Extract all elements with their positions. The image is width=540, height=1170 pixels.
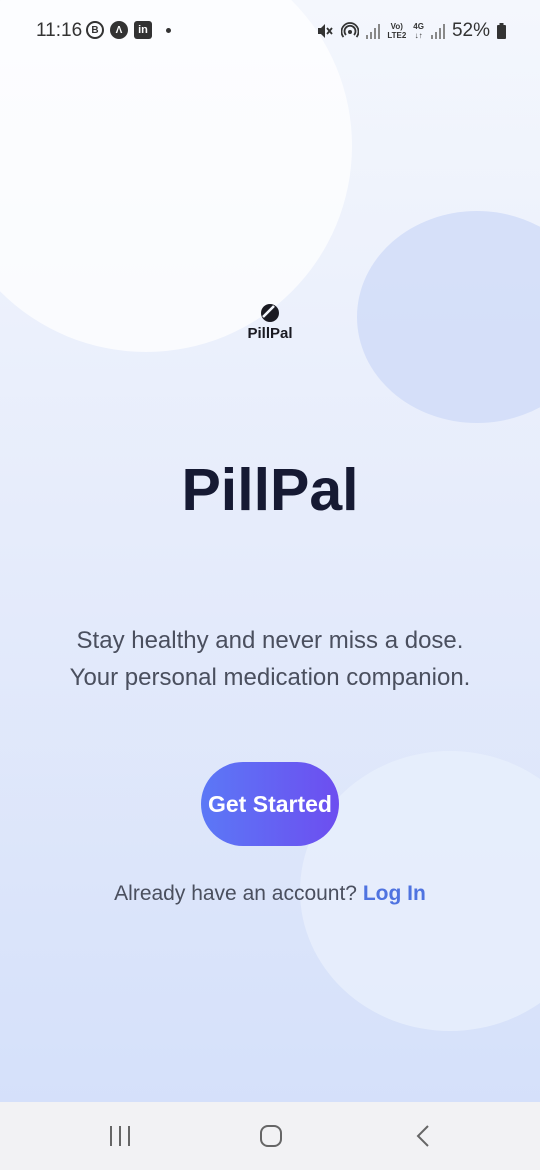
recents-icon xyxy=(110,1126,130,1146)
system-icons: Vo) LTE2 4G ↓↑ 52% xyxy=(316,20,506,42)
welcome-screen: 11:16 B Λ in Vo) LTE2 4G ↓↑ 52% PillPal … xyxy=(0,0,540,1170)
status-bar: 11:16 B Λ in Vo) LTE2 4G ↓↑ 52% xyxy=(0,0,540,62)
logo-wordmark: PillPal xyxy=(247,325,293,342)
log-in-link[interactable]: Log In xyxy=(363,882,426,905)
b-circle-icon: B xyxy=(86,21,104,39)
back-button[interactable] xyxy=(403,1120,443,1152)
get-started-button[interactable]: Get Started xyxy=(201,762,339,846)
app-title: PillPal xyxy=(181,457,359,523)
hotspot-icon xyxy=(341,22,360,38)
signal-icon-2 xyxy=(430,24,445,39)
battery-level: 52% xyxy=(451,20,490,41)
home-icon xyxy=(260,1125,282,1147)
tagline-line-1: Stay healthy and never miss a dose. xyxy=(76,627,464,654)
home-button[interactable] xyxy=(251,1120,291,1152)
status-time: 11:16 xyxy=(36,20,83,41)
system-nav-bar xyxy=(0,1102,540,1170)
linkedin-icon: in xyxy=(134,21,152,39)
back-icon xyxy=(416,1125,429,1147)
tagline: Stay healthy and never miss a dose. Your… xyxy=(0,622,540,696)
login-prompt-row: Already have an account? Log In xyxy=(0,882,540,906)
mute-icon xyxy=(318,24,334,38)
tagline-line-2: Your personal medication companion. xyxy=(69,664,471,691)
app-logo: PillPal xyxy=(230,303,310,342)
decorative-circle-right xyxy=(357,211,540,423)
volte-indicator: Vo) LTE2 xyxy=(387,22,407,40)
login-prompt-text: Already have an account? xyxy=(114,882,357,905)
battery-icon xyxy=(497,23,506,39)
recents-button[interactable] xyxy=(100,1120,140,1152)
notification-icons: B Λ in xyxy=(86,21,171,39)
a-circle-icon: Λ xyxy=(110,21,128,39)
pill-icon xyxy=(261,304,279,322)
network-4g-indicator: 4G ↓↑ xyxy=(413,22,424,40)
signal-icon-1 xyxy=(366,24,381,39)
more-notifications-dot xyxy=(166,27,171,33)
